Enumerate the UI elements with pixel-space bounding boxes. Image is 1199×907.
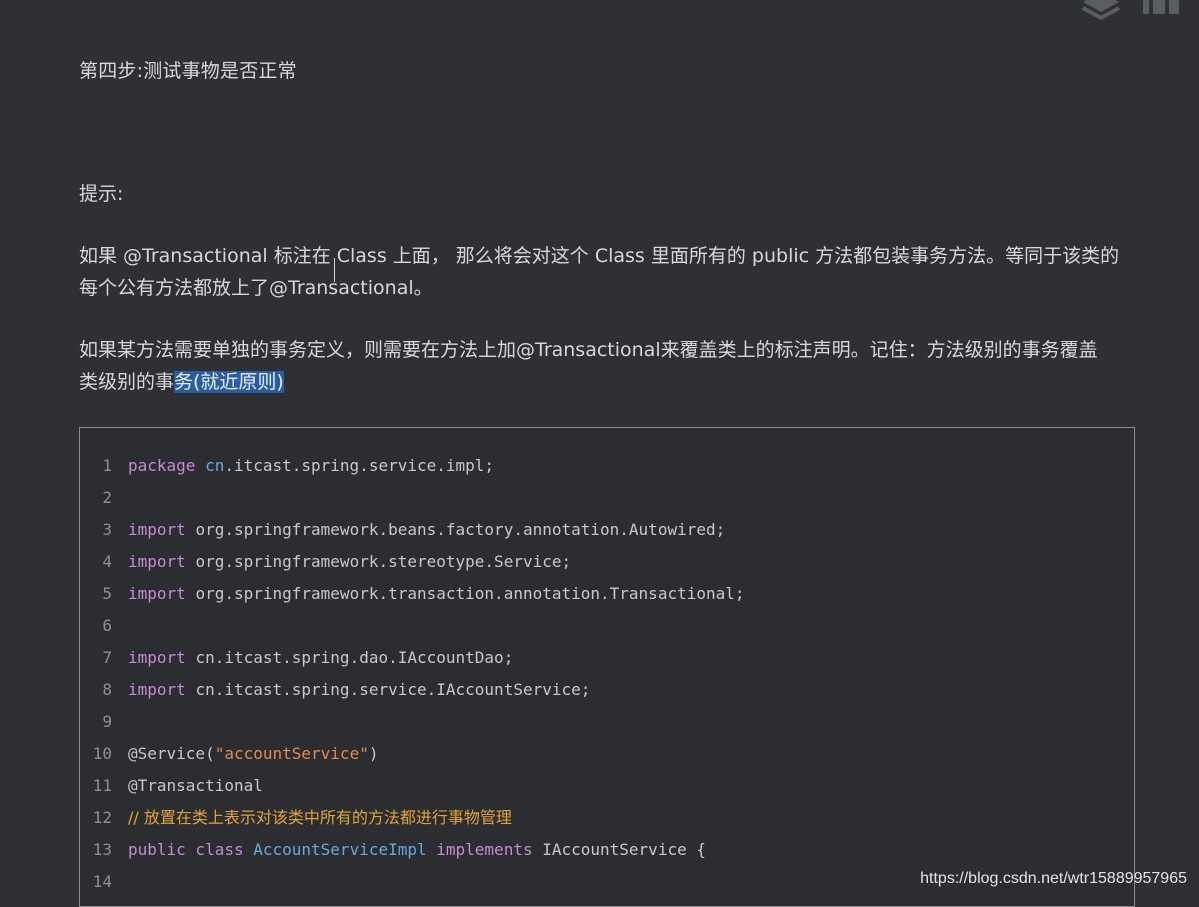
code-keyword: import (128, 552, 196, 571)
code-line: 13 public class AccountServiceImpl implem… (80, 834, 706, 866)
step-title: 第四步:测试事物是否正常 (79, 60, 297, 82)
code-line: 9 (80, 706, 128, 738)
code-line: 3 import org.springframework.beans.factor… (80, 514, 725, 546)
code-text: org.springframework.stereotype.Service; (195, 552, 572, 571)
code-keyword: implements (426, 840, 543, 859)
logo-icon (1079, 0, 1199, 24)
code-line: 8 import cn.itcast.spring.service.IAccoun… (80, 674, 590, 706)
paragraph-line: 如果 @Transactional 标注在 Class 上面， 那么将会对这个 … (79, 245, 1120, 267)
code-class-name: AccountServiceImpl (253, 840, 427, 859)
code-text: cn.itcast.spring.service.IAccountService… (195, 680, 591, 699)
code-line: 2 (80, 482, 128, 514)
line-number: 8 (102, 680, 112, 699)
code-block[interactable]: 1 package cn.itcast.spring.service.impl; 2… (79, 427, 1135, 907)
paragraph-line: 每个公有方法都放上了@Transactional。 (79, 277, 433, 299)
code-line: 4 import org.springframework.stereotype.S… (80, 546, 571, 578)
code-text: org.springframework.transaction.annotati… (195, 584, 745, 603)
text-cursor (334, 258, 335, 282)
paragraph-line: 如果某方法需要单独的事务定义，则需要在方法上加@Transactional来覆盖… (79, 339, 1098, 361)
code-comment: // 放置在类上表示对该类中所有的方法都进行事物管理 (128, 808, 512, 827)
code-keyword: public class (128, 840, 254, 859)
code-string: "accountService" (214, 744, 369, 763)
line-number: 1 (102, 456, 112, 475)
paragraph-method-level: 如果某方法需要单独的事务定义，则需要在方法上加@Transactional来覆盖… (79, 334, 1139, 398)
code-keyword: package (128, 456, 206, 475)
selected-text[interactable]: 务(就近原则) (174, 371, 284, 393)
code-line: 14 (80, 866, 128, 898)
code-annotation: @Transactional (128, 776, 263, 795)
line-number: 2 (102, 488, 112, 507)
line-number: 12 (92, 808, 112, 827)
line-number: 10 (92, 744, 112, 763)
code-annotation: @Service( (128, 744, 215, 763)
code-text: org.springframework.beans.factory.annota… (195, 520, 726, 539)
line-number: 4 (102, 552, 112, 571)
code-keyword: import (128, 648, 196, 667)
code-line: 5 import org.springframework.transaction.… (80, 578, 745, 610)
watermark: https://blog.csdn.net/wtr15889957965 (920, 870, 1187, 887)
code-line: 10 @Service("accountService") (80, 738, 379, 770)
code-line: 6 (80, 610, 128, 642)
line-number: 7 (102, 648, 112, 667)
code-keyword: import (128, 520, 196, 539)
line-number: 6 (102, 616, 112, 635)
code-keyword: import (128, 680, 196, 699)
paragraph-class-level: 如果 @Transactional 标注在 Class 上面， 那么将会对这个 … (79, 240, 1139, 304)
line-number: 3 (102, 520, 112, 539)
code-line: 11 @Transactional (80, 770, 263, 802)
paragraph-text: 类级别的事 (79, 371, 175, 393)
code-line: 1 package cn.itcast.spring.service.impl; (80, 450, 494, 482)
code-package: cn (205, 456, 225, 475)
hint-label: 提示: (79, 183, 124, 205)
code-line: 12 // 放置在类上表示对该类中所有的方法都进行事物管理 (80, 802, 512, 834)
paragraph-line[interactable]: 类级别的事务(就近原则) (79, 366, 1139, 398)
code-text: IAccountService { (542, 840, 706, 859)
line-number: 9 (102, 712, 112, 731)
code-line: 7 import cn.itcast.spring.dao.IAccountDao… (80, 642, 513, 674)
code-keyword: import (128, 584, 196, 603)
line-number: 13 (92, 840, 112, 859)
code-text: ) (368, 744, 379, 763)
line-number: 11 (92, 776, 112, 795)
code-text: .itcast.spring.service.impl; (224, 456, 495, 475)
line-number: 14 (92, 872, 112, 891)
line-number: 5 (102, 584, 112, 603)
code-text: cn.itcast.spring.dao.IAccountDao; (195, 648, 514, 667)
